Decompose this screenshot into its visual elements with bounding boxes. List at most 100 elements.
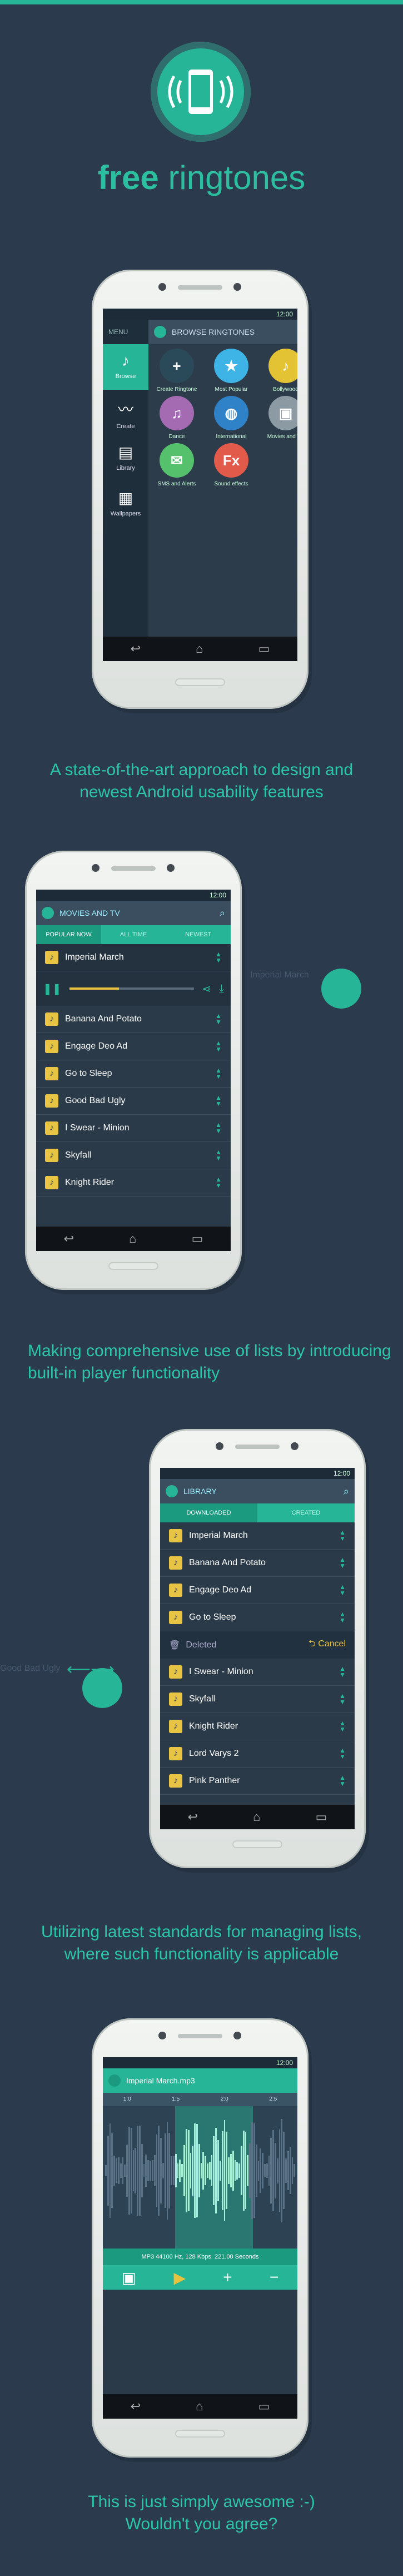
cancel-button[interactable]: ⮌ Cancel bbox=[309, 1637, 346, 1652]
reorder-icon[interactable]: ▲ ▼ bbox=[339, 1611, 346, 1624]
list-item-title: Lord Varys 2 bbox=[189, 1749, 239, 1758]
play-icon[interactable]: ▶ bbox=[173, 2269, 186, 2287]
list-item[interactable]: ♪ Lord Varys 2 ▲ ▼ bbox=[160, 1740, 355, 1768]
reorder-icon[interactable]: ▲ ▼ bbox=[339, 1692, 346, 1705]
home-icon[interactable]: ⌂ bbox=[129, 1232, 136, 1246]
list-item[interactable]: ♪ Skyfall ▲ ▼ bbox=[36, 1142, 231, 1169]
list-item[interactable]: ♪ Good Bad Ugly ▲ ▼ bbox=[36, 1088, 231, 1115]
category-tile[interactable]: + Create Ringtone bbox=[152, 349, 202, 393]
share-icon[interactable]: ⋖ bbox=[202, 982, 211, 996]
category-label: Sound effects bbox=[214, 481, 248, 487]
side-item-wallpapers[interactable]: ▦ Wallpapers bbox=[103, 481, 148, 527]
recent-apps-icon[interactable]: ▭ bbox=[258, 642, 270, 656]
category-label: Dance bbox=[168, 434, 185, 440]
list-item[interactable]: ♪ Imperial March ▲ ▼ bbox=[160, 1522, 355, 1550]
library-screen: 12:00 LIBRARY ⌕ DOWNLOADED CREATED ♪ Imper… bbox=[160, 1468, 355, 1829]
reorder-icon[interactable]: ▲ ▼ bbox=[215, 1067, 222, 1080]
music-note-icon: ♪ bbox=[169, 1584, 182, 1597]
category-icon: ◍ bbox=[214, 396, 248, 430]
list-item-title: Go to Sleep bbox=[189, 1612, 236, 1622]
reorder-icon[interactable]: ▲ ▼ bbox=[215, 951, 222, 964]
tab-created[interactable]: CREATED bbox=[257, 1503, 355, 1522]
zoom-out-icon[interactable]: − bbox=[270, 2269, 278, 2286]
home-icon[interactable]: ⌂ bbox=[253, 1810, 260, 1824]
back-icon[interactable]: ↩ bbox=[188, 1810, 198, 1824]
list-item[interactable]: ♪ I Swear - Minion ▲ ▼ bbox=[36, 1115, 231, 1142]
back-icon[interactable]: ↩ bbox=[64, 1232, 74, 1246]
list-item[interactable]: ♪ Knight Rider ▲ ▼ bbox=[160, 1713, 355, 1740]
side-item-browse[interactable]: ♪ Browse bbox=[103, 344, 148, 390]
reorder-icon[interactable]: ▲ ▼ bbox=[215, 1121, 222, 1134]
tab-newest[interactable]: NEWEST bbox=[166, 925, 231, 944]
music-note-icon: ♪ bbox=[169, 1611, 182, 1624]
category-tile[interactable]: ★ Most Popular bbox=[206, 349, 256, 393]
tab-bar: POPULAR NOW ALL TIME NEWEST bbox=[36, 925, 231, 944]
top-accent-bar bbox=[0, 0, 403, 4]
recent-apps-icon[interactable]: ▭ bbox=[316, 1810, 327, 1824]
editor-toolbar: ▣ ▶ + − bbox=[103, 2265, 297, 2290]
list-item-title: Engage Deo Ad bbox=[189, 1585, 252, 1595]
phone-movies: 12:00 MOVIES AND TV ⌕ POPULAR NOW ALL TIM… bbox=[25, 851, 242, 1290]
tab-all-time[interactable]: ALL TIME bbox=[101, 925, 166, 944]
list-item[interactable]: ♪ Banana And Potato ▲ ▼ bbox=[160, 1550, 355, 1577]
list-item[interactable]: ♪ Go to Sleep ▲ ▼ bbox=[36, 1060, 231, 1088]
category-tile[interactable]: ▣ Movies and TV bbox=[261, 396, 297, 440]
list-item[interactable]: ♪ Engage Deo Ad ▲ ▼ bbox=[160, 1577, 355, 1604]
menu-label[interactable]: MENU bbox=[103, 320, 148, 344]
category-icon: + bbox=[160, 349, 194, 383]
reorder-icon[interactable]: ▲ ▼ bbox=[215, 1012, 222, 1025]
list-item[interactable]: ♪ I Swear - Minion ▲ ▼ bbox=[160, 1659, 355, 1686]
undo-icon: ⮌ bbox=[308, 1639, 319, 1649]
reorder-icon[interactable]: ▲ ▼ bbox=[339, 1747, 346, 1760]
list-item[interactable]: ♪ Imperial March ▲ ▼ bbox=[36, 944, 231, 971]
waveform[interactable]: 1:0 1:5 2:0 2:5 bbox=[103, 2093, 297, 2249]
back-icon[interactable]: ↩ bbox=[131, 642, 141, 656]
tab-popular[interactable]: POPULAR NOW bbox=[36, 925, 101, 944]
recent-apps-icon[interactable]: ▭ bbox=[192, 1232, 203, 1246]
movies-screen: 12:00 MOVIES AND TV ⌕ POPULAR NOW ALL TIM… bbox=[36, 890, 231, 1251]
list-item[interactable]: ♪ Go to Sleep ▲ ▼ bbox=[160, 1604, 355, 1631]
tab-downloaded[interactable]: DOWNLOADED bbox=[160, 1503, 257, 1522]
music-note-icon: ♪ bbox=[169, 1529, 182, 1542]
search-icon[interactable]: ⌕ bbox=[344, 1486, 349, 1497]
category-label: Most Popular bbox=[215, 386, 248, 393]
zoom-in-icon[interactable]: + bbox=[223, 2269, 232, 2286]
pause-icon[interactable]: ❚❚ bbox=[43, 982, 62, 996]
home-icon[interactable]: ⌂ bbox=[196, 642, 203, 656]
recent-apps-icon[interactable]: ▭ bbox=[258, 2399, 270, 2414]
reorder-icon[interactable]: ▲ ▼ bbox=[215, 1176, 222, 1189]
back-icon[interactable]: ↩ bbox=[131, 2399, 141, 2414]
reorder-icon[interactable]: ▲ ▼ bbox=[339, 1720, 346, 1733]
save-icon[interactable]: ▣ bbox=[122, 2269, 136, 2287]
category-tile[interactable]: ✉ SMS and Alerts bbox=[152, 443, 202, 487]
reorder-icon[interactable]: ▲ ▼ bbox=[339, 1556, 346, 1569]
swipe-hint: Good Bad Ugly bbox=[0, 1664, 61, 1673]
list-item[interactable]: ♪ Pink Panther ▲ ▼ bbox=[160, 1768, 355, 1795]
download-icon[interactable]: ⤓ bbox=[219, 982, 224, 995]
category-tile[interactable]: ♫ Dance bbox=[152, 396, 202, 440]
category-tile[interactable]: ♪ Bollywood bbox=[261, 349, 297, 393]
inline-player: ❚❚ ⋖ ⤓ bbox=[36, 971, 231, 1006]
phone-ring-icon bbox=[168, 70, 233, 114]
app-bar: MOVIES AND TV ⌕ bbox=[36, 901, 231, 925]
reorder-icon[interactable]: ▲ ▼ bbox=[339, 1665, 346, 1678]
reorder-icon[interactable]: ▲ ▼ bbox=[339, 1584, 346, 1596]
reorder-icon[interactable]: ▲ ▼ bbox=[215, 1040, 222, 1053]
reorder-icon[interactable]: ▲ ▼ bbox=[215, 1094, 222, 1107]
progress-bar[interactable] bbox=[69, 987, 195, 990]
side-item-create[interactable]: 〰 Create bbox=[103, 390, 148, 435]
reorder-icon[interactable]: ▲ ▼ bbox=[339, 1774, 346, 1787]
side-item-library[interactable]: ▤ Library bbox=[103, 435, 148, 481]
category-grid: + Create Ringtone ★ Most Popular ♪ Bollywood ♫… bbox=[148, 344, 297, 492]
reorder-icon[interactable]: ▲ ▼ bbox=[215, 1149, 222, 1162]
list-item[interactable]: ♪ Engage Deo Ad ▲ ▼ bbox=[36, 1033, 231, 1060]
category-tile[interactable]: ◍ International bbox=[206, 396, 256, 440]
list-item[interactable]: ♪ Skyfall ▲ ▼ bbox=[160, 1686, 355, 1713]
list-item-title: Skyfall bbox=[189, 1694, 216, 1704]
search-icon[interactable]: ⌕ bbox=[220, 907, 225, 919]
category-tile[interactable]: Fx Sound effects bbox=[206, 443, 256, 487]
home-icon[interactable]: ⌂ bbox=[196, 2399, 203, 2414]
list-item[interactable]: ♪ Banana And Potato ▲ ▼ bbox=[36, 1006, 231, 1033]
list-item[interactable]: ♪ Knight Rider ▲ ▼ bbox=[36, 1169, 231, 1197]
reorder-icon[interactable]: ▲ ▼ bbox=[339, 1529, 346, 1542]
